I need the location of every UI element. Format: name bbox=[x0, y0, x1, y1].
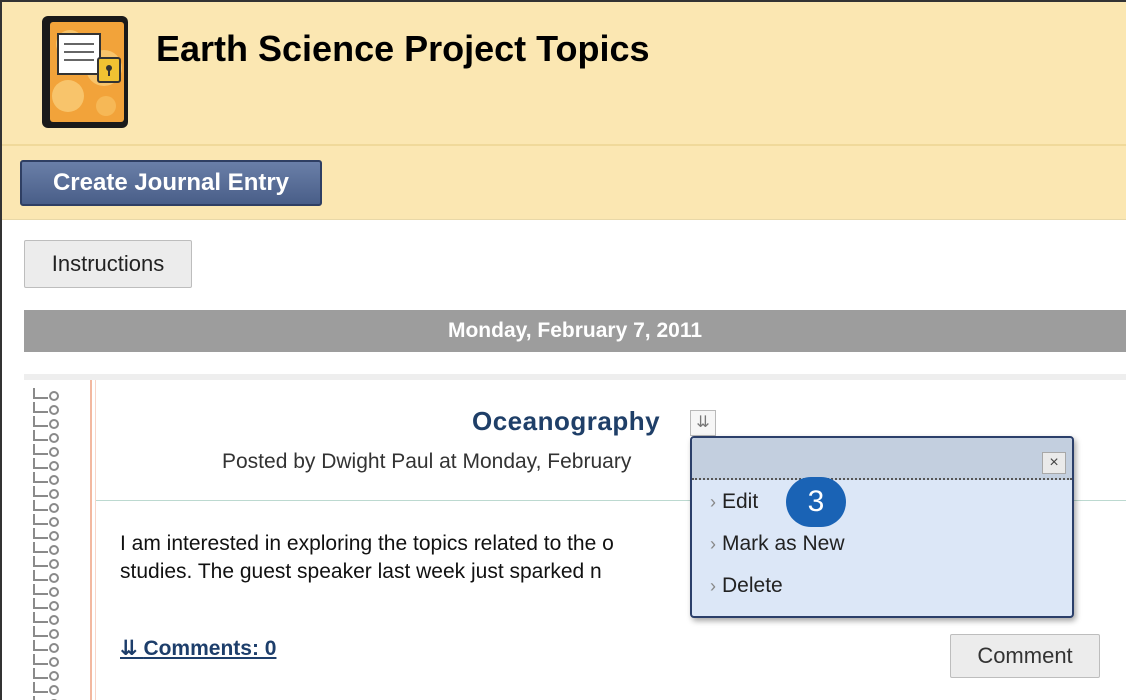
spiral-ring-hole bbox=[49, 545, 59, 555]
menu-item-mark-as-new[interactable]: › Mark as New bbox=[710, 532, 845, 556]
spiral-ring bbox=[33, 486, 48, 497]
spiral-ring bbox=[33, 556, 48, 567]
spiral-ring bbox=[33, 640, 48, 651]
comment-button[interactable]: Comment bbox=[950, 634, 1100, 678]
page-title: Earth Science Project Topics bbox=[156, 28, 650, 69]
spiral-ring bbox=[33, 654, 48, 665]
double-chevron-down-icon[interactable]: ⇊ bbox=[690, 410, 716, 436]
create-journal-entry-button[interactable]: Create Journal Entry bbox=[20, 160, 322, 206]
entry-posted-by: Posted by Dwight Paul at Monday, Februar… bbox=[222, 450, 632, 473]
comments-label: Comments: 0 bbox=[143, 637, 277, 660]
entry-body: I am interested in exploring the topics … bbox=[120, 530, 688, 590]
spiral-ring-hole bbox=[49, 517, 59, 527]
spiral-ring bbox=[33, 528, 48, 539]
spiral-ring bbox=[33, 472, 48, 483]
spiral-ring-hole bbox=[49, 419, 59, 429]
spiral-binding-icon bbox=[33, 388, 59, 700]
spiral-ring-hole bbox=[49, 629, 59, 639]
spiral-ring-hole bbox=[49, 559, 59, 569]
spiral-ring bbox=[33, 402, 48, 413]
double-chevron-down-icon: ⇊ bbox=[120, 637, 144, 660]
instructions-button[interactable]: Instructions bbox=[24, 240, 192, 288]
spiral-ring bbox=[33, 458, 48, 469]
spiral-ring-hole bbox=[49, 475, 59, 485]
journal-notebook-icon bbox=[42, 16, 128, 128]
spiral-ring bbox=[33, 668, 48, 679]
chevron-right-icon: › bbox=[710, 534, 716, 554]
spiral-ring-hole bbox=[49, 433, 59, 443]
comments-link[interactable]: ⇊ Comments: 0 bbox=[120, 636, 276, 661]
spiral-ring bbox=[33, 444, 48, 455]
spiral-ring bbox=[33, 500, 48, 511]
chevron-right-icon: › bbox=[710, 492, 716, 512]
spiral-ring-hole bbox=[49, 615, 59, 625]
spiral-ring-hole bbox=[49, 671, 59, 681]
spiral-ring-hole bbox=[49, 657, 59, 667]
spiral-ring-hole bbox=[49, 587, 59, 597]
spiral-ring-hole bbox=[49, 573, 59, 583]
notebook-margin-line bbox=[90, 380, 92, 700]
chevron-right-icon: › bbox=[710, 576, 716, 596]
entry-body-line-2: studies. The guest speaker last week jus… bbox=[120, 560, 602, 583]
spiral-ring-hole bbox=[49, 405, 59, 415]
spiral-ring bbox=[33, 612, 48, 623]
spiral-ring bbox=[33, 584, 48, 595]
menu-item-edit-label: Edit bbox=[722, 490, 759, 513]
step-number-badge: 3 bbox=[786, 477, 846, 527]
spiral-ring bbox=[33, 570, 48, 581]
spiral-ring bbox=[33, 430, 48, 441]
spiral-ring-hole bbox=[49, 391, 59, 401]
spiral-ring bbox=[33, 416, 48, 427]
menu-item-mark-as-new-label: Mark as New bbox=[722, 532, 845, 555]
header-divider bbox=[2, 144, 1126, 146]
date-header: Monday, February 7, 2011 bbox=[24, 310, 1126, 352]
entry-context-menu: × › Edit › Mark as New › Delete bbox=[690, 436, 1074, 618]
spiral-ring bbox=[33, 388, 48, 399]
spiral-ring bbox=[33, 626, 48, 637]
spiral-ring-hole bbox=[49, 601, 59, 611]
spiral-ring-hole bbox=[49, 643, 59, 653]
spiral-ring-hole bbox=[49, 503, 59, 513]
spiral-ring bbox=[33, 682, 48, 693]
entry-title[interactable]: Oceanography bbox=[472, 406, 660, 437]
header-bottom-border bbox=[2, 219, 1126, 220]
close-icon[interactable]: × bbox=[1042, 452, 1066, 474]
spiral-ring bbox=[33, 598, 48, 609]
spiral-ring-hole bbox=[49, 461, 59, 471]
menu-item-delete[interactable]: › Delete bbox=[710, 574, 783, 598]
spiral-ring bbox=[33, 696, 35, 700]
context-menu-header bbox=[692, 438, 1072, 480]
spiral-ring-hole bbox=[49, 489, 59, 499]
notebook-margin-line-secondary bbox=[95, 380, 96, 700]
spiral-ring-hole bbox=[49, 447, 59, 457]
menu-item-delete-label: Delete bbox=[722, 574, 783, 597]
spiral-ring-hole bbox=[49, 531, 59, 541]
spiral-ring bbox=[33, 542, 48, 553]
spiral-ring bbox=[33, 514, 48, 525]
menu-item-edit[interactable]: › Edit bbox=[710, 490, 758, 514]
entry-body-line-1: I am interested in exploring the topics … bbox=[120, 532, 614, 555]
spiral-ring-hole bbox=[49, 685, 59, 695]
